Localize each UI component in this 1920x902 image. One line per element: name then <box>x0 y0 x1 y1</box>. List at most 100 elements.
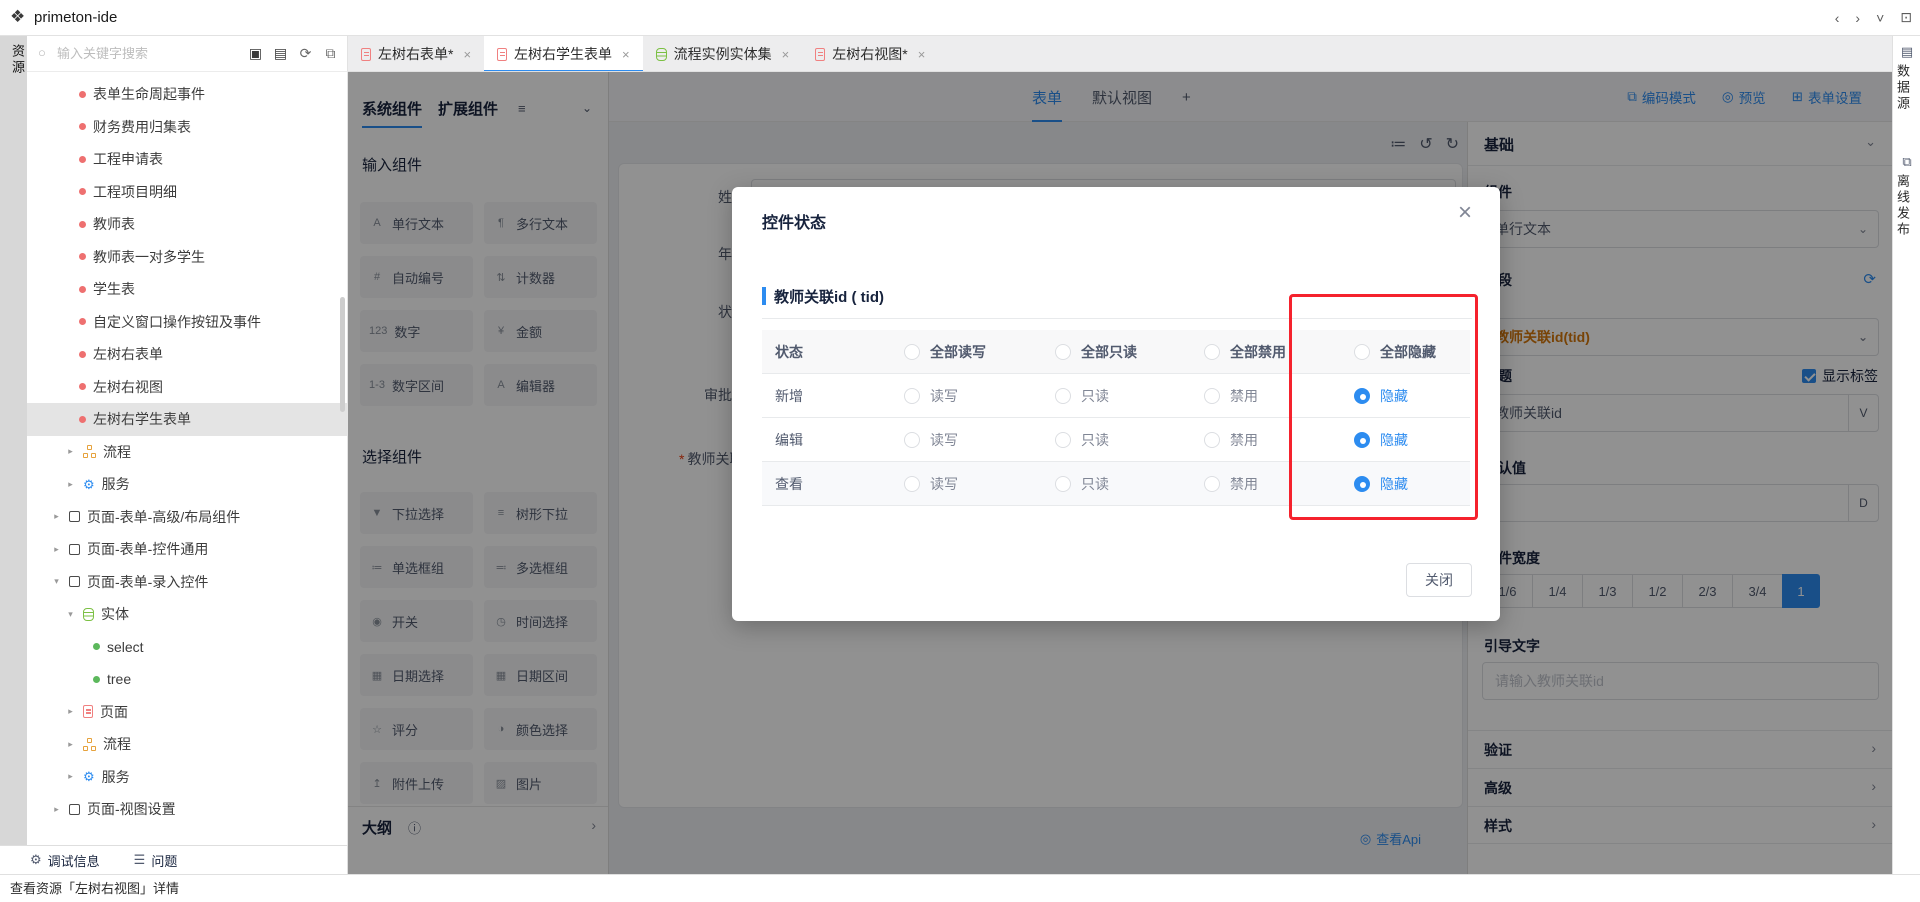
radio-icon[interactable] <box>1055 432 1071 448</box>
table-option-cell: 只读 <box>1053 374 1202 418</box>
chevron-collapsed-icon[interactable]: ▸ <box>65 479 76 490</box>
tree-item[interactable]: ▸页面-表单-高级/布局组件 <box>27 501 347 534</box>
table-option-cell: 只读 <box>1053 418 1202 462</box>
option-label[interactable]: 只读 <box>1081 386 1109 406</box>
red-dot-icon <box>79 416 86 423</box>
option-label[interactable]: 只读 <box>1081 430 1109 450</box>
refresh-icon[interactable]: ⟳ <box>297 45 314 62</box>
tree-item[interactable]: ▸页面-表单-控件通用 <box>27 533 347 566</box>
chevron-collapsed-icon[interactable]: ▸ <box>51 544 62 555</box>
console-icon[interactable]: ⧉ <box>322 45 339 62</box>
tree-item[interactable]: 工程申请表 <box>27 143 347 176</box>
close-icon[interactable]: × <box>463 47 471 62</box>
bottom-bar-label: 调试信息 <box>48 851 100 870</box>
tree-item[interactable]: ▾ 实体 <box>27 598 347 631</box>
tree-item[interactable]: 左树右表单 <box>27 338 347 371</box>
tree-item[interactable]: ▸页面 <box>27 696 347 729</box>
chevron-collapsed-icon[interactable]: ▸ <box>65 706 76 717</box>
close-icon[interactable]: × <box>782 47 790 62</box>
tree-item[interactable]: 财务费用归集表 <box>27 111 347 144</box>
search-input[interactable]: 输入关键字搜索 <box>57 36 148 71</box>
chevron-down-icon[interactable]: ˅ <box>1876 10 1884 26</box>
close-icon[interactable]: × <box>622 47 630 62</box>
chevron-expanded-icon[interactable]: ▾ <box>51 576 62 587</box>
option-label[interactable]: 禁用 <box>1230 430 1258 450</box>
i18n-icon[interactable]: ▣ <box>247 45 264 62</box>
tree-item[interactable]: ▸流程 <box>27 436 347 469</box>
debug-info-button[interactable]: ⚙调试信息 <box>30 851 100 870</box>
tree-item-label: 表单生命周起事件 <box>93 84 205 104</box>
radio-icon[interactable] <box>1204 432 1220 448</box>
activity-tab-resources[interactable]: 资源 <box>0 44 27 76</box>
radio-icon[interactable] <box>904 344 920 360</box>
tree-item[interactable]: 表单生命周起事件 <box>27 78 347 111</box>
table-option-cell: 读写 <box>902 418 1053 462</box>
tree-item[interactable]: ▸流程 <box>27 728 347 761</box>
close-icon[interactable]: × <box>918 47 926 62</box>
tree-item[interactable]: 工程项目明细 <box>27 176 347 209</box>
radio-icon[interactable] <box>1204 476 1220 492</box>
editor-tab[interactable]: 左树右视图*× <box>802 36 938 72</box>
tree-item[interactable]: 教师表 <box>27 208 347 241</box>
chevron-collapsed-icon[interactable]: ▸ <box>65 446 76 457</box>
tree-scrollbar[interactable] <box>340 297 345 412</box>
option-label[interactable]: 禁用 <box>1230 386 1258 406</box>
document-icon <box>83 705 93 718</box>
chevron-collapsed-icon[interactable]: ▸ <box>65 739 76 750</box>
tree-item[interactable]: 教师表一对多学生 <box>27 241 347 274</box>
sidebar-tab-datasource[interactable]: ▤数据源 <box>1893 44 1920 112</box>
gear-icon: ⚙ <box>83 770 95 783</box>
tree-item-label: 学生表 <box>93 279 135 299</box>
nav-forward-icon[interactable]: › <box>1855 10 1860 26</box>
gear-icon: ⚙ <box>83 478 95 491</box>
header-label: 全部禁用 <box>1230 342 1286 362</box>
tree-item[interactable]: ▸ ⚙ 服务 <box>27 761 347 794</box>
editor-tab[interactable]: 左树右表单*× <box>348 36 484 72</box>
close-icon[interactable]: × <box>1458 201 1472 225</box>
red-dot-icon <box>79 91 86 98</box>
editor-tab[interactable]: 流程实例实体集× <box>643 36 803 72</box>
state-name: 查看 <box>775 474 803 494</box>
radio-icon[interactable] <box>904 388 920 404</box>
radio-icon[interactable] <box>904 432 920 448</box>
radio-icon[interactable] <box>1055 344 1071 360</box>
close-button[interactable]: 关闭 <box>1406 563 1472 597</box>
table-header-option: 全部只读 <box>1053 330 1202 374</box>
tree-item[interactable]: 学生表 <box>27 273 347 306</box>
sidebar-tab-offline-publish[interactable]: ⧉离线发布 <box>1893 154 1920 238</box>
option-label[interactable]: 读写 <box>930 474 958 494</box>
new-folder-icon[interactable]: ▤ <box>272 45 289 62</box>
tree-item[interactable]: ▾页面-表单-录入控件 <box>27 566 347 599</box>
chevron-collapsed-icon[interactable]: ▸ <box>51 804 62 815</box>
option-label[interactable]: 读写 <box>930 430 958 450</box>
tree-item[interactable]: 左树右学生表单 <box>27 403 347 436</box>
tree-item-label: 实体 <box>101 604 129 624</box>
tree-item[interactable]: ▸⚙服务 <box>27 468 347 501</box>
tree-item-label: select <box>107 639 144 655</box>
chevron-collapsed-icon[interactable]: ▸ <box>65 771 76 782</box>
save-icon[interactable]: ⊡ <box>1900 9 1912 26</box>
tree-item-label: 服务 <box>102 767 130 787</box>
radio-icon[interactable] <box>1055 388 1071 404</box>
tree-item[interactable]: 左树右视图 <box>27 371 347 404</box>
document-icon <box>361 48 371 61</box>
radio-icon[interactable] <box>1204 388 1220 404</box>
option-label[interactable]: 只读 <box>1081 474 1109 494</box>
radio-icon[interactable] <box>1055 476 1071 492</box>
chevron-expanded-icon[interactable]: ▾ <box>65 609 76 620</box>
problems-button[interactable]: ☰问题 <box>134 851 178 870</box>
window-controls: ‹ › ˅ ⊡ <box>1835 0 1912 35</box>
radio-icon[interactable] <box>904 476 920 492</box>
tree-item[interactable]: tree <box>27 663 347 696</box>
nav-back-icon[interactable]: ‹ <box>1835 10 1840 26</box>
option-label[interactable]: 禁用 <box>1230 474 1258 494</box>
state-name: 编辑 <box>775 430 803 450</box>
option-label[interactable]: 读写 <box>930 386 958 406</box>
tree-item[interactable]: ▸页面-视图设置 <box>27 793 347 826</box>
tree-item[interactable]: select <box>27 631 347 664</box>
chevron-collapsed-icon[interactable]: ▸ <box>51 511 62 522</box>
radio-icon[interactable] <box>1204 344 1220 360</box>
tree-item[interactable]: 自定义窗口操作按钮及事件 <box>27 306 347 339</box>
editor-tab[interactable]: 左树右学生表单× <box>484 36 643 72</box>
app-title: primeton-ide <box>34 0 117 35</box>
